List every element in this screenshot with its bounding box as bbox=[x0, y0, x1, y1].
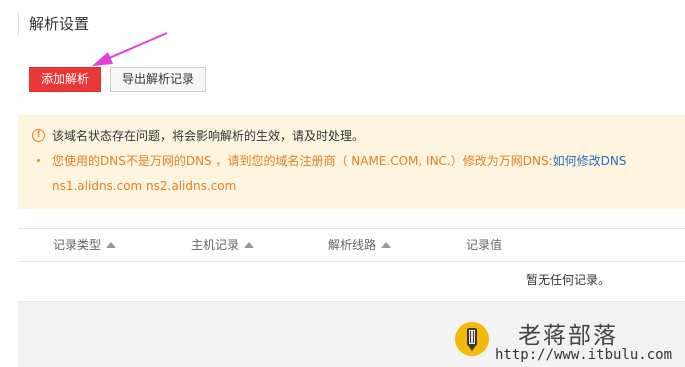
page-title: 解析设置 bbox=[18, 13, 89, 35]
column-host-record[interactable]: 主机记录 bbox=[191, 229, 255, 261]
bullet-icon bbox=[37, 159, 40, 162]
column-resolution-line[interactable]: 解析线路 bbox=[328, 229, 392, 261]
warning-icon: ! bbox=[32, 129, 45, 142]
export-records-button[interactable]: 导出解析记录 bbox=[110, 67, 207, 92]
sort-asc-icon bbox=[106, 242, 117, 248]
watermark-logo bbox=[455, 322, 489, 356]
add-record-button[interactable]: 添加解析 bbox=[29, 67, 102, 92]
watermark-url: http://www.itbulu.com bbox=[495, 347, 673, 363]
toolbar: 添加解析 导出解析记录 bbox=[29, 67, 207, 92]
column-record-value: 记录值 bbox=[466, 238, 503, 252]
nameservers-text: ns1.alidns.com ns2.alidns.com bbox=[52, 179, 237, 193]
warning-line: ! 该域名状态存在问题，将会影响解析的生效，请及时处理。 bbox=[18, 126, 685, 151]
empty-message: 暂无任何记录。 bbox=[526, 273, 611, 287]
empty-table-row: 暂无任何记录。 bbox=[18, 261, 685, 302]
pencil-icon bbox=[467, 328, 477, 351]
records-table-header: 记录类型 主机记录 解析线路 记录值 bbox=[18, 228, 685, 262]
domain-warning-notice: ! 该域名状态存在问题，将会影响解析的生效，请及时处理。 您使用的DNS不是万网… bbox=[18, 115, 685, 209]
sort-asc-icon bbox=[381, 242, 392, 248]
warning-text: 该域名状态存在问题，将会影响解析的生效，请及时处理。 bbox=[52, 129, 365, 143]
how-to-change-dns-link[interactable]: 如何修改DNS bbox=[553, 154, 627, 168]
column-record-type[interactable]: 记录类型 bbox=[53, 229, 117, 261]
sort-asc-icon bbox=[244, 242, 255, 248]
watermark-name: 老蒋部落 bbox=[518, 323, 618, 349]
dns-message-line: 您使用的DNS不是万网的DNS ，请到您的域名注册商（ NAME.COM, IN… bbox=[18, 151, 685, 176]
dns-message-text: 您使用的DNS不是万网的DNS ，请到您的域名注册商（ NAME.COM, IN… bbox=[52, 154, 553, 168]
nameservers-line: ns1.alidns.com ns2.alidns.com bbox=[18, 176, 685, 201]
